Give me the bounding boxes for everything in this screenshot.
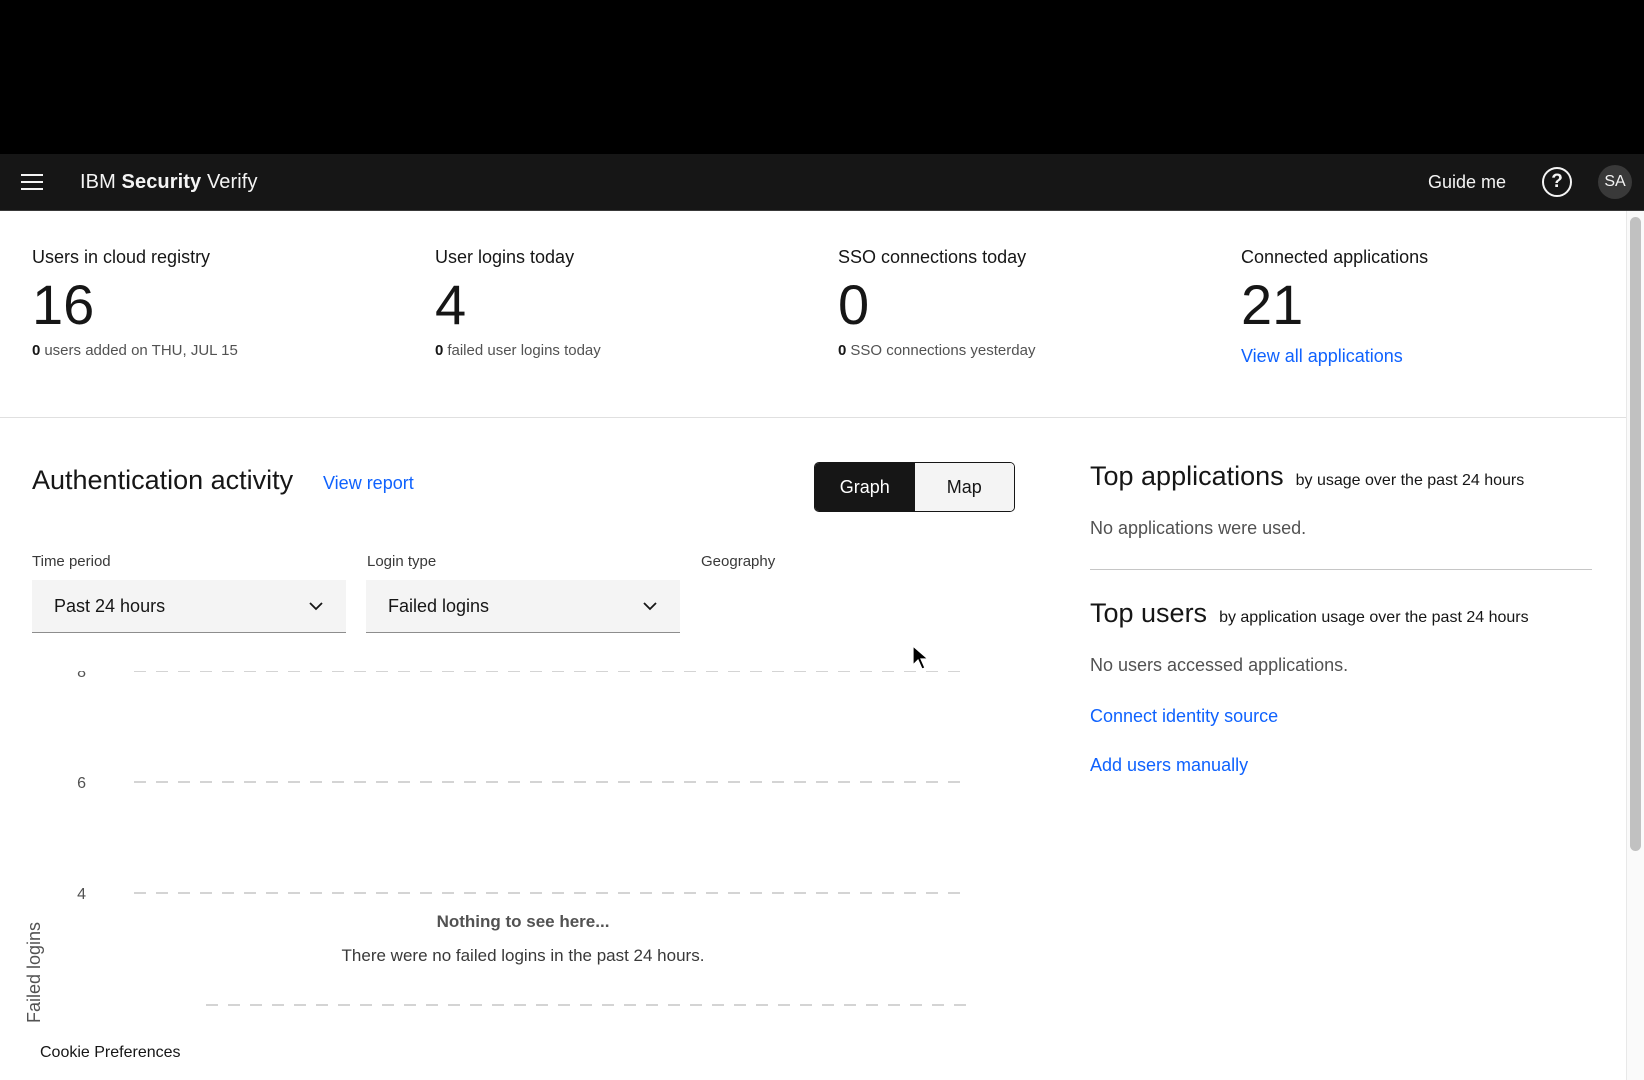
add-users-manually-link[interactable]: Add users manually: [1090, 755, 1592, 776]
stats-row: Users in cloud registry 16 0 users added …: [0, 211, 1626, 418]
stat-user-logins: User logins today 4 0 failed user logins …: [435, 247, 815, 359]
header-actions: Guide me ? SA: [1406, 154, 1644, 210]
mouse-pointer-icon: [912, 645, 930, 670]
chevron-down-icon: [643, 602, 657, 611]
top-applications-empty: No applications were used.: [1090, 518, 1307, 538]
stat-sub: 0 users added on THU, JUL 15: [32, 342, 412, 359]
top-applications-title: Top applications: [1090, 461, 1284, 491]
graph-map-switcher: Graph Map: [814, 462, 1015, 512]
view-report-link[interactable]: View report: [323, 473, 414, 494]
app-header: IBM Security Verify Guide me ? SA: [0, 154, 1644, 211]
stat-value: 0: [838, 273, 870, 336]
app-brand[interactable]: IBM Security Verify: [80, 171, 258, 194]
stat-sub-text: SSO connections yesterday: [850, 342, 1036, 359]
login-type-dropdown[interactable]: Failed logins: [366, 580, 680, 633]
stat-sub-text: users added on THU, JUL 15: [44, 342, 238, 359]
stat-value: 21: [1241, 273, 1304, 336]
black-margin-top: [0, 0, 1644, 154]
view-all-applications-link[interactable]: View all applications: [1241, 346, 1403, 367]
top-users-empty: No users accessed applications.: [1090, 655, 1349, 675]
time-period-label: Time period: [32, 553, 111, 570]
time-period-dropdown[interactable]: Past 24 hours: [32, 580, 346, 633]
side-panel: Top applications by usage over the past …: [1090, 461, 1592, 776]
y-tick-label: 8: [77, 671, 86, 681]
stat-label: SSO connections today: [838, 247, 1027, 267]
stat-label: Users in cloud registry: [32, 247, 211, 267]
chevron-down-icon: [309, 602, 323, 611]
help-button[interactable]: ?: [1528, 154, 1586, 210]
login-type-label: Login type: [367, 553, 437, 570]
brand-bold: Security: [121, 170, 202, 193]
graph-toggle-button[interactable]: Graph: [815, 463, 915, 511]
y-tick-label: 6: [77, 775, 86, 792]
stat-value: 16: [32, 273, 95, 336]
avatar: SA: [1598, 165, 1632, 199]
stat-sub: 0 SSO connections yesterday: [838, 342, 1218, 359]
menu-icon: [21, 174, 43, 190]
stat-label: User logins today: [435, 247, 575, 267]
map-toggle-button[interactable]: Map: [914, 463, 1014, 511]
connect-identity-source-link[interactable]: Connect identity source: [1090, 706, 1592, 727]
stat-sub: 0 failed user logins today: [435, 342, 815, 359]
geography-label: Geography: [701, 553, 776, 570]
time-period-value: Past 24 hours: [54, 595, 166, 616]
hamburger-menu-button[interactable]: [0, 154, 64, 211]
brand-prefix: IBM: [80, 170, 116, 193]
top-users-title: Top users: [1090, 598, 1208, 628]
cookie-preferences-link[interactable]: Cookie Preferences: [40, 1044, 181, 1062]
authentication-activity-title: Authentication activity: [32, 465, 294, 495]
help-icon: ?: [1542, 167, 1572, 197]
stat-sub-text: failed user logins today: [447, 342, 601, 359]
stat-value: 4: [435, 273, 467, 336]
empty-state-message: There were no failed logins in the past …: [341, 946, 705, 965]
top-applications-heading: Top applications by usage over the past …: [1090, 461, 1592, 492]
top-users-subtitle: by application usage over the past 24 ho…: [1219, 609, 1529, 626]
side-divider: [1090, 569, 1592, 570]
user-avatar-button[interactable]: SA: [1586, 154, 1644, 210]
brand-suffix: Verify: [206, 170, 258, 193]
y-tick-label: 4: [77, 886, 86, 903]
stat-label: Connected applications: [1241, 247, 1429, 267]
stat-sub-count: 0: [32, 342, 41, 359]
login-type-value: Failed logins: [388, 595, 490, 616]
dashboard-main: Users in cloud registry 16 0 users added …: [0, 211, 1626, 1080]
stat-sso-connections: SSO connections today 0 0 SSO connections…: [838, 247, 1218, 359]
scrollbar-thumb[interactable]: [1630, 217, 1641, 851]
top-users-heading: Top users by application usage over the …: [1090, 598, 1592, 629]
guide-me-button[interactable]: Guide me: [1406, 154, 1528, 210]
top-applications-subtitle: by usage over the past 24 hours: [1295, 472, 1525, 489]
stat-users-registry: Users in cloud registry 16 0 users added …: [32, 247, 412, 359]
empty-state-title: Nothing to see here...: [436, 912, 610, 931]
y-axis-label: Failed logins: [24, 921, 44, 1023]
stat-sub-count: 0: [435, 342, 444, 359]
stat-connected-apps: Connected applications 21 View all appli…: [1241, 247, 1621, 367]
stat-sub-count: 0: [838, 342, 847, 359]
failed-logins-chart: 8 6 4: [77, 671, 970, 1006]
